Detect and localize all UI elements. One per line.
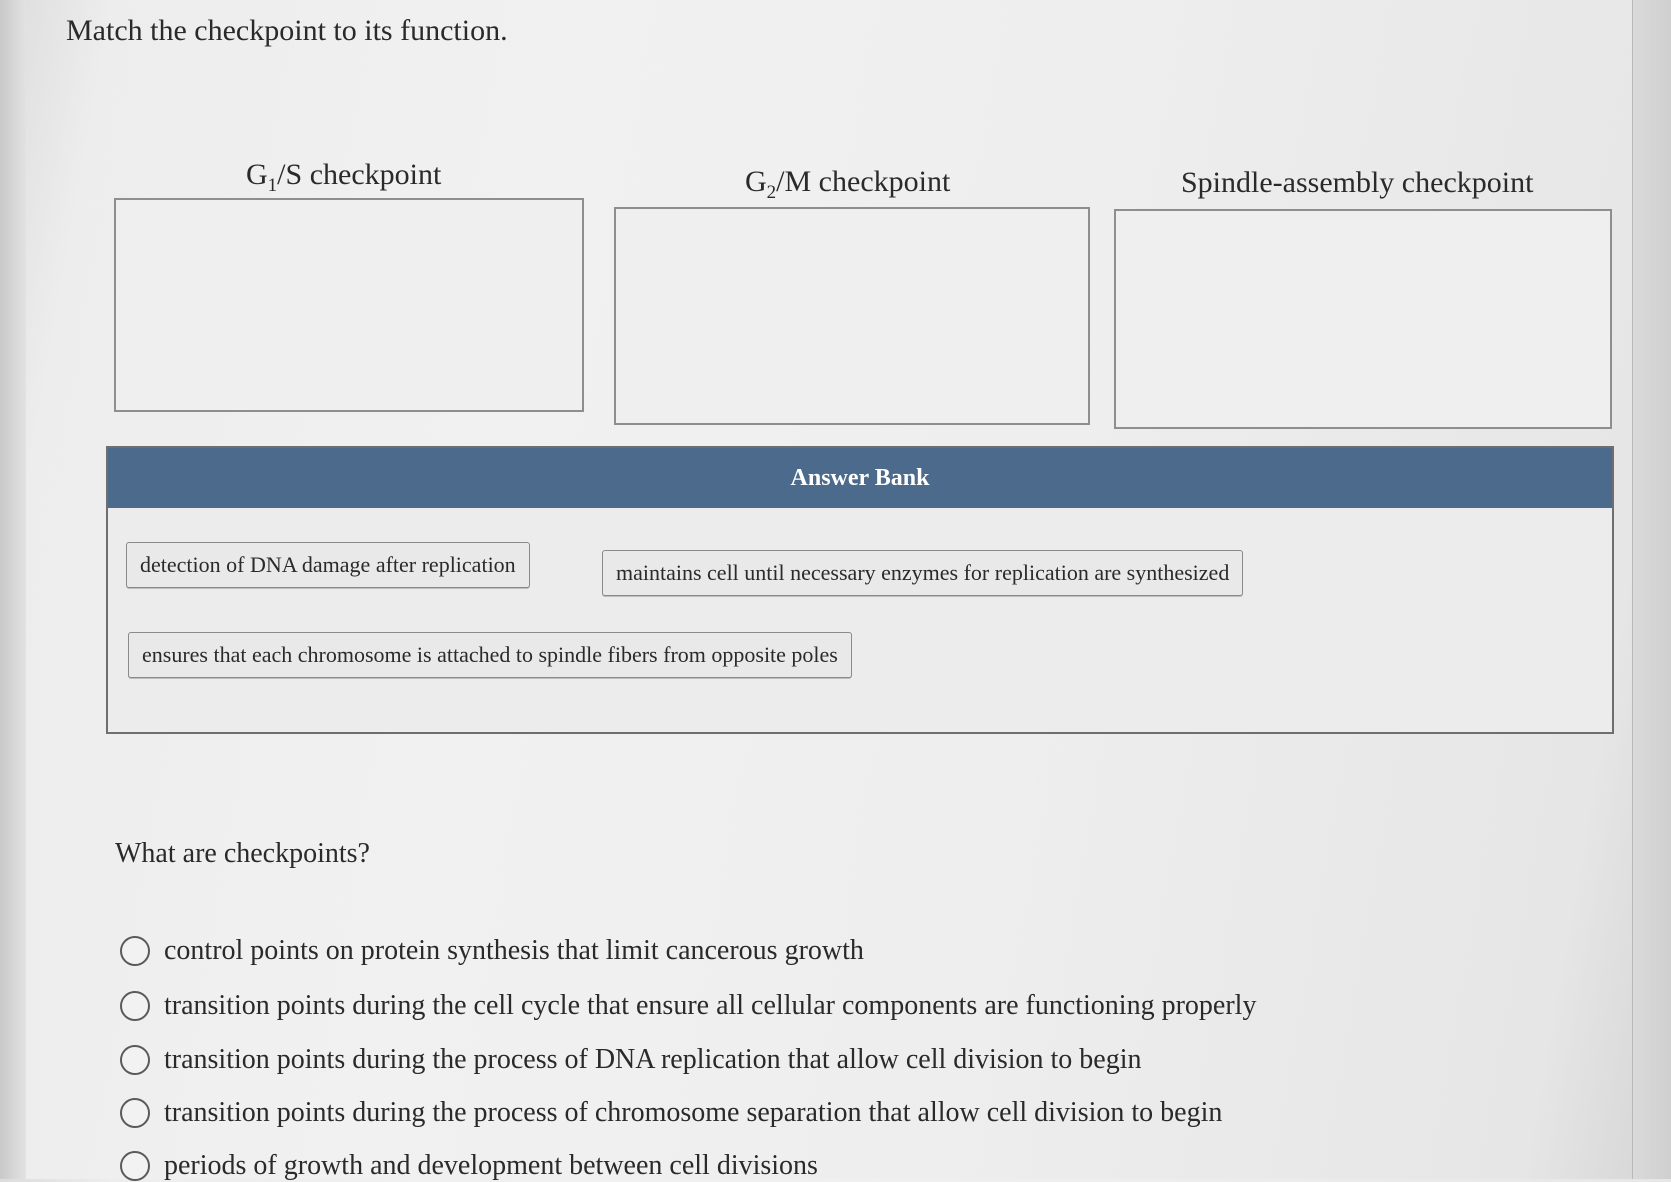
option-label: control points on protein synthesis that… [164,935,864,966]
answer-bank-header: Answer Bank [108,448,1612,508]
option-4[interactable]: transition points during the process of … [120,1097,1222,1129]
radio-button[interactable] [120,991,150,1021]
target-label-g2m: G2/M checkpoint [745,165,951,203]
option-1[interactable]: control points on protein synthesis that… [120,935,864,967]
target-label-spindle: Spindle-assembly checkpoint [1181,166,1534,199]
answer-chip-dna-damage[interactable]: detection of DNA damage after replicatio… [126,542,530,588]
drop-zone-spindle[interactable] [1114,209,1612,429]
option-label: transition points during the process of … [164,1044,1142,1075]
option-label: periods of growth and development betwee… [164,1150,818,1181]
question-text: What are checkpoints? [115,838,370,869]
target-label-g1s: G1/S checkpoint [246,158,442,196]
option-5[interactable]: periods of growth and development betwee… [120,1150,818,1182]
option-label: transition points during the cell cycle … [164,990,1257,1021]
answer-bank: Answer Bank detection of DNA damage afte… [106,446,1614,734]
right-monitor-edge [1632,0,1671,1179]
question-prompt: Match the checkpoint to its function. [66,14,508,47]
option-3[interactable]: transition points during the process of … [120,1044,1142,1076]
option-label: transition points during the process of … [164,1097,1223,1128]
radio-button[interactable] [120,936,150,966]
radio-button[interactable] [120,1151,150,1181]
option-2[interactable]: transition points during the cell cycle … [120,990,1256,1022]
drop-zone-g1s[interactable] [114,198,584,412]
drop-zone-g2m[interactable] [614,207,1090,425]
answer-chip-enzymes[interactable]: maintains cell until necessary enzymes f… [602,550,1244,596]
left-shadow-edge [0,0,26,1179]
radio-button[interactable] [120,1045,150,1075]
radio-button[interactable] [120,1098,150,1128]
answer-chip-spindle-fibers[interactable]: ensures that each chromosome is attached… [128,632,852,678]
